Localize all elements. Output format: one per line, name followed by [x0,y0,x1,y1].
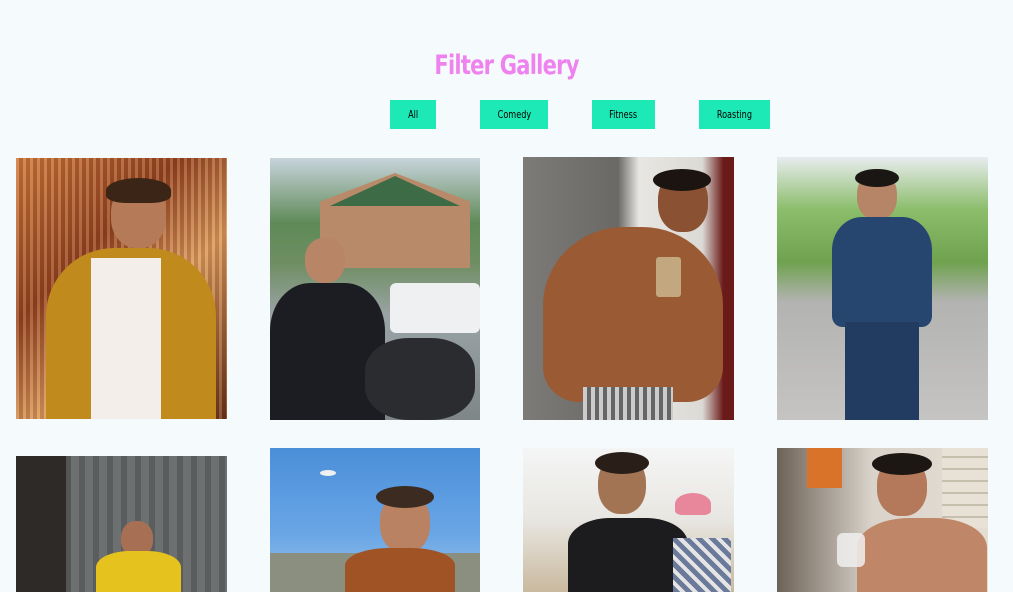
filter-bar: All Comedy Fitness Roasting [0,100,1013,130]
gallery-title: Filter Gallery [434,50,579,81]
filter-fitness-button[interactable]: Fitness [592,100,655,129]
filter-all-button[interactable]: All [390,100,436,129]
gallery-image-2[interactable] [270,158,480,420]
gallery-image-4[interactable] [777,157,988,420]
gallery-image-6[interactable] [270,448,480,592]
gallery-image-1[interactable] [16,158,227,419]
gallery-image-3[interactable] [523,157,734,420]
filter-roasting-button[interactable]: Roasting [699,100,770,129]
gallery-image-8[interactable] [777,448,988,592]
filter-comedy-button[interactable]: Comedy [480,100,548,129]
gallery-image-7[interactable] [523,448,734,592]
gallery-image-5[interactable] [16,456,227,592]
